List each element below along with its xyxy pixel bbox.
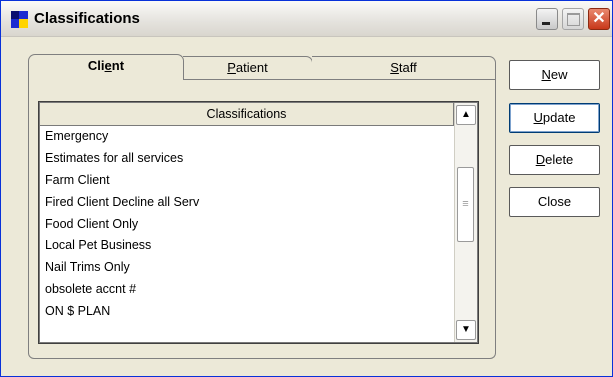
scroll-up-button[interactable]: ▲ (456, 105, 476, 125)
window-title: Classifications (34, 10, 140, 27)
tab-patient[interactable]: Patient (183, 56, 313, 80)
scroll-up-arrow-icon: ▲ (461, 109, 471, 120)
delete-button-label: Delete (535, 152, 574, 167)
close-icon: ✕ (592, 10, 606, 27)
close-button-label: Close (537, 194, 572, 209)
list-item[interactable]: Farm Client (40, 170, 454, 192)
minimize-button[interactable] (536, 8, 558, 30)
tab-strip-divider (183, 79, 496, 80)
list-item[interactable]: Estimates for all services (40, 148, 454, 170)
tab-staff-label: Staff (390, 60, 417, 75)
classifications-window: Classifications ✕ Client Patient Staff C… (0, 0, 613, 377)
close-window-button[interactable]: ✕ (588, 8, 610, 30)
tab-client-label: Client (87, 58, 125, 73)
list-column-header[interactable]: Classifications (40, 103, 454, 126)
maximize-button[interactable] (562, 8, 584, 30)
maximize-icon (567, 13, 580, 26)
list-rows: Emergency Estimates for all services Farm … (40, 126, 454, 323)
scroll-thumb-grip-icon: ≡ (462, 198, 469, 210)
scroll-thumb[interactable]: ≡ (457, 167, 474, 242)
update-button-label: Update (533, 110, 576, 125)
update-button[interactable]: Update (509, 103, 600, 133)
app-icon (11, 11, 28, 28)
minimize-icon (542, 22, 550, 25)
classifications-list[interactable]: Classifications Emergency Estimates for a… (38, 101, 479, 344)
list-item[interactable]: Nail Trims Only (40, 257, 454, 279)
tab-patient-label: Patient (227, 60, 268, 75)
tab-client[interactable]: Client (28, 54, 184, 80)
list-item[interactable]: Emergency (40, 126, 454, 148)
list-item[interactable]: Local Pet Business (40, 235, 454, 257)
list-item[interactable]: Fired Client Decline all Serv (40, 192, 454, 214)
tab-staff[interactable]: Staff (312, 56, 496, 80)
close-button[interactable]: Close (509, 187, 600, 217)
list-item[interactable]: Food Client Only (40, 214, 454, 236)
list-item[interactable]: ON $ PLAN (40, 301, 454, 323)
delete-button[interactable]: Delete (509, 145, 600, 175)
new-button-label: New (541, 67, 568, 82)
title-bar[interactable]: Classifications ✕ (1, 1, 612, 37)
list-item[interactable]: obsolete accnt # (40, 279, 454, 301)
scroll-down-arrow-icon: ▼ (461, 324, 471, 335)
new-button[interactable]: New (509, 60, 600, 90)
scroll-down-button[interactable]: ▼ (456, 320, 476, 340)
vertical-scrollbar[interactable]: ▲ ≡ ▼ (454, 103, 477, 342)
